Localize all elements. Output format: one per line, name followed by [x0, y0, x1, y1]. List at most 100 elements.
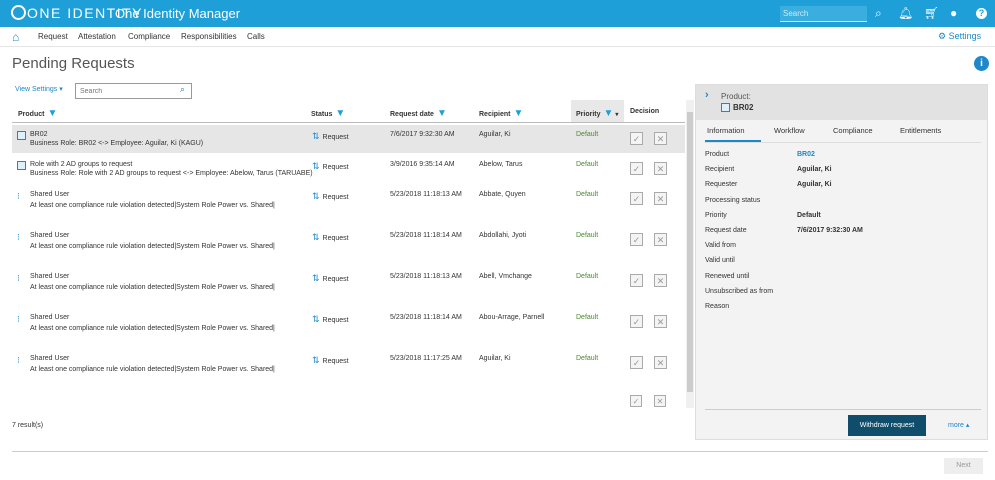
- product-description: Business Role: Role with 2 AD groups to …: [30, 170, 313, 177]
- request-date-cell: 7/6/2017 9:32:30 AM: [390, 131, 455, 138]
- status-cell: ⇅ Request: [312, 355, 349, 366]
- request-status-icon: ⇅: [312, 273, 320, 283]
- header-divider: [12, 122, 685, 123]
- table-row[interactable]: Role with 2 AD groups to request Business…: [12, 155, 685, 183]
- table-row[interactable]: ⁝ Shared User At least one compliance rule…: [12, 185, 685, 223]
- chevron-right-icon[interactable]: ›: [705, 89, 709, 101]
- detail-header: › Product: BR02: [696, 85, 987, 120]
- col-status[interactable]: Status ▼: [311, 108, 345, 119]
- deny-checkbox[interactable]: ✕: [654, 356, 667, 369]
- deny-checkbox[interactable]: ✕: [654, 315, 667, 328]
- view-settings-dropdown[interactable]: View Settings ▾: [15, 85, 63, 93]
- nav-attestation[interactable]: Attestation: [78, 32, 116, 41]
- home-icon[interactable]: ⌂: [12, 30, 19, 44]
- field-label: Request date: [705, 227, 747, 234]
- product-name: Shared User: [30, 314, 70, 321]
- help-icon[interactable]: ?: [976, 8, 987, 19]
- search-icon[interactable]: ⌕: [875, 6, 882, 21]
- cart-icon[interactable]: 🛒︎: [924, 6, 939, 20]
- global-search-input[interactable]: [780, 6, 867, 22]
- status-text: Request: [322, 317, 349, 324]
- col-recipient[interactable]: Recipient ▼: [479, 108, 523, 119]
- app-name: One Identity Manager: [115, 6, 241, 21]
- filter-icon[interactable]: ▼: [604, 108, 614, 119]
- product-description: At least one compliance rule violation d…: [30, 366, 275, 373]
- withdraw-request-button[interactable]: Withdraw request: [848, 415, 926, 436]
- search-icon[interactable]: ⌕: [180, 84, 185, 95]
- product-description: At least one compliance rule violation d…: [30, 325, 275, 332]
- status-cell: ⇅ Request: [312, 131, 349, 142]
- more-link[interactable]: more ▴: [948, 421, 969, 429]
- request-date-cell: 5/23/2018 11:18:13 AM: [390, 273, 462, 280]
- business-role-icon: [17, 131, 26, 140]
- table-row[interactable]: BR02 Business Role: BR02 <-> Employee: Ag…: [12, 125, 685, 153]
- footer-divider: [12, 451, 988, 452]
- field-value[interactable]: BR02: [797, 151, 815, 158]
- product-name: BR02: [30, 131, 48, 138]
- table-row[interactable]: ⁝ Shared User At least one compliance rule…: [12, 349, 685, 387]
- request-date-cell: 5/23/2018 11:18:13 AM: [390, 191, 462, 198]
- table-search-input[interactable]: [75, 83, 192, 99]
- main-nav: ⌂ Request Attestation Compliance Respons…: [0, 27, 995, 47]
- filter-icon[interactable]: ▼: [47, 108, 57, 119]
- filter-icon[interactable]: ▼: [437, 108, 447, 119]
- approve-checkbox[interactable]: ✓: [630, 132, 643, 145]
- deny-checkbox[interactable]: ✕: [654, 192, 667, 205]
- filter-icon[interactable]: ▼: [514, 108, 524, 119]
- sort-caret-icon[interactable]: ▾: [615, 112, 618, 118]
- nav-calls[interactable]: Calls: [247, 32, 265, 41]
- product-name: Role with 2 AD groups to request: [30, 161, 133, 168]
- approve-checkbox[interactable]: ✓: [630, 192, 643, 205]
- approve-checkbox[interactable]: ✓: [630, 162, 643, 175]
- product-name: Shared User: [30, 355, 70, 362]
- request-date-cell: 5/23/2018 11:17:25 AM: [390, 355, 462, 362]
- product-description: Business Role: BR02 <-> Employee: Aguila…: [30, 140, 204, 147]
- approve-checkbox[interactable]: ✓: [630, 356, 643, 369]
- next-button[interactable]: Next: [944, 458, 983, 474]
- filter-icon[interactable]: ▼: [335, 108, 345, 119]
- table-scrollbar[interactable]: [686, 100, 694, 408]
- recipient-cell: Aguilar, Ki: [479, 131, 511, 138]
- priority-cell: Default: [576, 191, 599, 198]
- bell-icon[interactable]: 🔔︎: [898, 6, 913, 20]
- col-product[interactable]: Product ▼: [18, 108, 57, 119]
- settings-label: Settings: [948, 31, 982, 41]
- approve-all-icon[interactable]: ✓: [630, 395, 642, 407]
- product-name: Shared User: [30, 191, 70, 198]
- priority-cell: Default: [576, 355, 599, 362]
- approve-checkbox[interactable]: ✓: [630, 233, 643, 246]
- nav-compliance[interactable]: Compliance: [128, 32, 170, 41]
- settings-link[interactable]: ⚙ Settings: [938, 31, 981, 42]
- detail-panel: › Product: BR02 Information Workflow Com…: [695, 84, 988, 440]
- deny-checkbox[interactable]: ✕: [654, 274, 667, 287]
- product-name: Shared User: [30, 232, 70, 239]
- deny-checkbox[interactable]: ✕: [654, 132, 667, 145]
- recipient-cell: Abelow, Tarus: [479, 161, 523, 168]
- field-label: Reason: [705, 303, 730, 310]
- deny-checkbox[interactable]: ✕: [654, 162, 667, 175]
- col-request-date[interactable]: Request date ▼: [390, 108, 447, 119]
- table-row[interactable]: ⁝ Shared User At least one compliance rule…: [12, 308, 685, 346]
- tab-workflow[interactable]: Workflow: [774, 126, 805, 135]
- product-description: At least one compliance rule violation d…: [30, 284, 275, 291]
- deny-all-icon[interactable]: ✕: [654, 395, 666, 407]
- col-priority[interactable]: Priority ▼ ▾: [576, 108, 618, 119]
- approve-checkbox[interactable]: ✓: [630, 315, 643, 328]
- field-value: Aguilar, Ki: [797, 181, 832, 189]
- nav-responsibilities[interactable]: Responsibilities: [181, 32, 237, 41]
- table-row[interactable]: ⁝ Shared User At least one compliance rule…: [12, 226, 685, 264]
- caret-down-icon: ▾: [59, 86, 63, 93]
- user-icon[interactable]: ●: [950, 6, 957, 20]
- tab-compliance[interactable]: Compliance: [833, 126, 873, 135]
- tab-information[interactable]: Information: [707, 126, 745, 135]
- tab-entitlements[interactable]: Entitlements: [900, 126, 941, 135]
- deny-checkbox[interactable]: ✕: [654, 233, 667, 246]
- table-row[interactable]: ⁝ Shared User At least one compliance rule…: [12, 267, 685, 305]
- status-text: Request: [322, 164, 349, 171]
- scroll-thumb[interactable]: [687, 112, 693, 392]
- info-icon[interactable]: i: [974, 56, 989, 71]
- nav-request[interactable]: Request: [38, 32, 68, 41]
- approve-checkbox[interactable]: ✓: [630, 274, 643, 287]
- status-cell: ⇅ Request: [312, 161, 349, 172]
- col-recipient-label: Recipient: [479, 111, 511, 118]
